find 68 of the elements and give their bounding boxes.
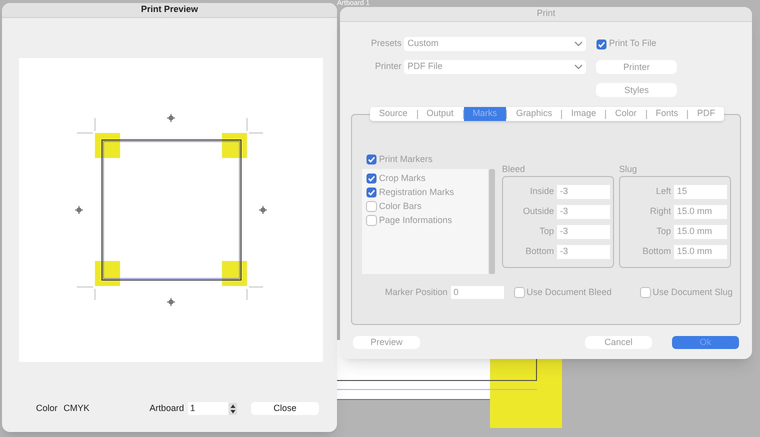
tab[interactable]: Image <box>562 107 606 121</box>
presets-dropdown[interactable]: Custom <box>404 37 586 51</box>
scrollbar[interactable] <box>489 169 495 274</box>
close-button[interactable]: Close <box>251 402 320 416</box>
presets-label: Presets <box>370 37 402 50</box>
ok-button[interactable]: Ok <box>672 336 739 349</box>
checkbox-label: Use Document Slug <box>652 286 733 299</box>
chevron-down-icon <box>574 41 583 47</box>
tab[interactable]: Source <box>370 107 417 121</box>
field-label: Inside <box>528 185 554 198</box>
field-label: Marker Position <box>385 286 448 299</box>
input-field[interactable]: -3 <box>557 185 610 199</box>
side-button[interactable]: Printer <box>596 60 677 74</box>
checkbox[interactable] <box>596 38 607 50</box>
checkbox[interactable] <box>366 187 377 198</box>
artboard-field[interactable]: 1 <box>188 402 228 416</box>
input-field[interactable]: -3 <box>557 245 610 259</box>
checkbox-label: Registration Marks <box>379 186 454 199</box>
field-label: Bottom <box>524 245 554 258</box>
field-label: Bottom <box>641 245 671 258</box>
color-label: Color <box>36 402 58 415</box>
field-label: Top <box>538 225 554 238</box>
tab[interactable]: Marks <box>464 107 506 121</box>
checkbox[interactable] <box>366 201 377 212</box>
input-field[interactable]: 15 <box>674 185 727 199</box>
side-button[interactable]: Styles <box>596 83 677 97</box>
checkbox[interactable] <box>366 173 377 184</box>
field-label: Left <box>654 185 671 198</box>
artboard-label: Artboard <box>150 402 184 415</box>
tab[interactable]: Output <box>418 107 463 121</box>
checkbox-label: Color Bars <box>379 200 422 213</box>
checkbox-label: Print To File <box>609 37 656 50</box>
checkbox[interactable] <box>366 215 377 226</box>
field-label: Outside <box>522 205 554 218</box>
registration-mark <box>167 114 175 122</box>
registration-mark <box>167 298 175 306</box>
input-field[interactable]: 0 <box>450 286 504 300</box>
dialog-button[interactable]: Preview <box>353 336 420 349</box>
stepper-icon[interactable] <box>229 402 238 415</box>
input-field[interactable]: -3 <box>557 205 610 219</box>
tab[interactable]: PDF <box>688 107 724 121</box>
input-field[interactable]: 15.0 mm <box>674 225 727 239</box>
tab[interactable]: Fonts <box>646 107 688 121</box>
color-value: CMYK <box>64 402 90 415</box>
chevron-down-icon <box>574 64 583 70</box>
group-title: Slug <box>619 164 638 174</box>
checkbox-label: Crop Marks <box>379 172 426 185</box>
checkbox-label: Page Informations <box>379 214 452 227</box>
printer-label: Printer <box>374 60 402 74</box>
field-label: Top <box>655 225 671 238</box>
registration-mark <box>75 206 83 214</box>
group-title: Bleed <box>502 164 526 174</box>
checkbox-label: Print Markers <box>379 153 433 166</box>
tab[interactable]: Color <box>606 107 646 121</box>
printer-dropdown[interactable]: PDF File <box>404 60 586 74</box>
input-field[interactable]: 15.0 mm <box>674 245 727 259</box>
checkbox[interactable] <box>366 154 377 166</box>
checkbox-label: Use Document Bleed <box>526 286 612 299</box>
dialog-button[interactable]: Cancel <box>585 336 652 349</box>
registration-mark <box>259 206 267 214</box>
checkbox[interactable] <box>514 287 525 298</box>
window-title: Print Preview <box>2 3 337 18</box>
input-field[interactable]: -3 <box>557 225 610 239</box>
tab[interactable]: Graphics <box>507 107 562 121</box>
input-field[interactable]: 15.0 mm <box>674 205 727 219</box>
checkbox[interactable] <box>640 287 651 298</box>
field-label: Right <box>648 205 671 218</box>
window-title: Print <box>340 7 752 22</box>
